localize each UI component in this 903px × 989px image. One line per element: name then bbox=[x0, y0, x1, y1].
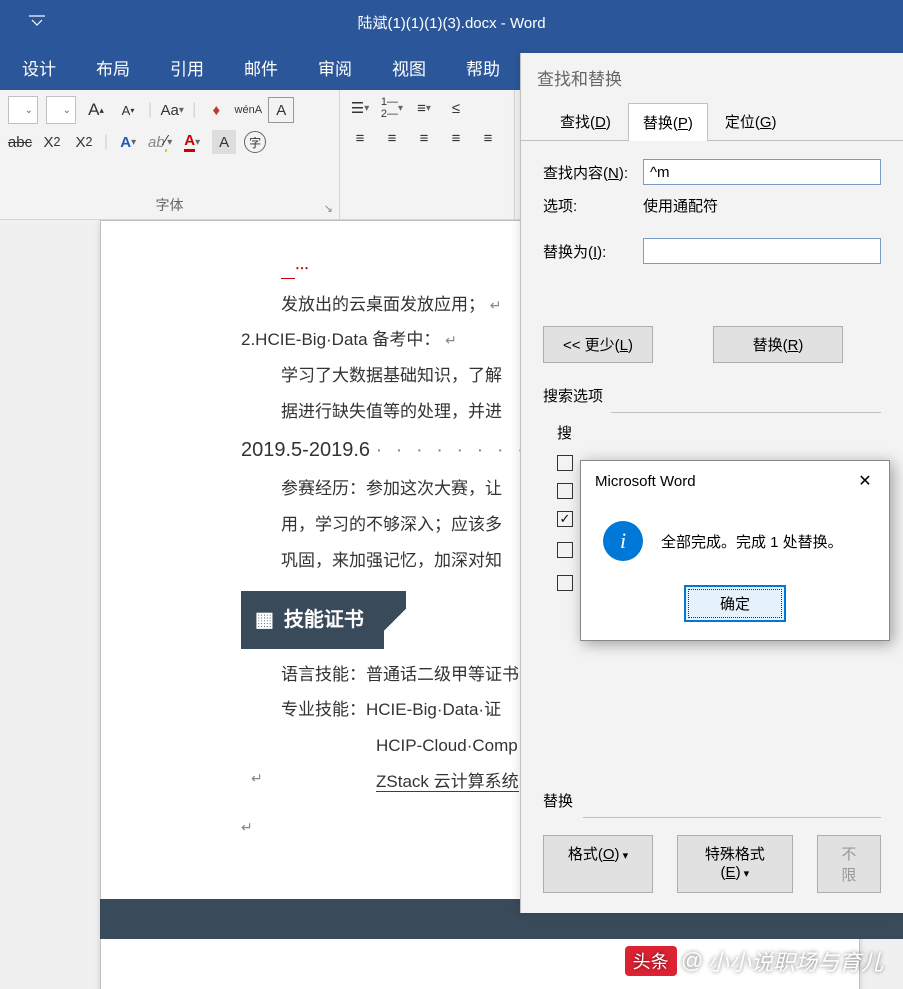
char-shading-icon[interactable]: A bbox=[212, 130, 236, 154]
title-bar: 陆斌(1)(1)(1)(3).docx - Word bbox=[0, 0, 903, 45]
align-left-icon[interactable]: ≡ bbox=[348, 126, 372, 150]
skill-value: 普通话二级甲等证书 bbox=[366, 665, 519, 684]
replace-section-label: 替换 bbox=[543, 790, 881, 811]
doc-line: 2.HCIE-Big·Data 备考中： bbox=[241, 330, 440, 349]
doc-line: 发放出的云桌面发放应用； bbox=[281, 295, 485, 314]
skill-value: HCIP-Cloud·Comp bbox=[376, 736, 518, 755]
tab-help[interactable]: 帮助 bbox=[462, 49, 504, 86]
doc-line: 参赛经历：参加这次大赛，让 bbox=[281, 479, 502, 498]
doc-line: 巩固，来加强记忆，加深对知 bbox=[281, 551, 502, 570]
subscript-icon[interactable]: X2 bbox=[40, 130, 64, 154]
align-center-icon[interactable]: ≡ bbox=[380, 126, 404, 150]
msgbox-message: 全部完成。完成 1 处替换。 bbox=[661, 531, 843, 552]
text-effects-icon[interactable]: A▾ bbox=[116, 130, 140, 154]
no-formatting-button[interactable]: 不限 bbox=[817, 835, 881, 893]
checkbox[interactable] bbox=[557, 483, 573, 499]
decrease-indent-icon[interactable]: ≤ bbox=[444, 96, 468, 120]
doc-line: 学习了大数据基础知识，了解 bbox=[281, 366, 502, 385]
align-right-icon[interactable]: ≡ bbox=[412, 126, 436, 150]
replace-button[interactable]: 替换(R) bbox=[713, 326, 843, 363]
replace-input[interactable] bbox=[643, 238, 881, 264]
skill-value: ZStack 云计算系统 bbox=[376, 772, 519, 792]
numbering-icon[interactable]: 1—2—▾ bbox=[380, 96, 404, 120]
tab-references[interactable]: 引用 bbox=[166, 49, 208, 86]
search-options-label: 搜索选项 bbox=[521, 381, 903, 410]
message-box: Microsoft Word ✕ i 全部完成。完成 1 处替换。 确定 bbox=[580, 460, 890, 641]
checkbox[interactable] bbox=[557, 455, 573, 471]
font-size-combo[interactable]: ⌄ bbox=[46, 96, 76, 124]
tab-mailings[interactable]: 邮件 bbox=[240, 49, 282, 86]
distribute-icon[interactable]: ≡ bbox=[476, 126, 500, 150]
replace-label: 替换为(I): bbox=[543, 241, 643, 262]
tab-design[interactable]: 设计 bbox=[18, 49, 60, 86]
font-group-label: 字体 bbox=[8, 195, 331, 217]
tab-goto[interactable]: 定位(G) bbox=[710, 102, 792, 140]
tab-view[interactable]: 视图 bbox=[388, 49, 430, 86]
doc-line: 据进行缺失值等的处理，并进 bbox=[281, 402, 502, 421]
dialog-tabs: 查找(D) 替换(P) 定位(G) bbox=[521, 102, 903, 141]
format-button[interactable]: 格式(O) bbox=[543, 835, 653, 893]
close-icon[interactable]: ✕ bbox=[855, 471, 875, 491]
skill-label: 专业技能： bbox=[281, 700, 366, 719]
change-case-icon[interactable]: Aa▾ bbox=[160, 98, 184, 122]
section-header: ▦ 技能证书 bbox=[241, 591, 384, 649]
doc-line: 用，学习的不够深入；应该多 bbox=[281, 515, 502, 534]
grow-font-icon[interactable]: A▴ bbox=[84, 98, 108, 122]
justify-icon[interactable]: ≡ bbox=[444, 126, 468, 150]
search-direction-label: 搜 bbox=[557, 422, 572, 443]
tab-layout[interactable]: 布局 bbox=[92, 49, 134, 86]
font-dialog-launcher-icon[interactable]: ↘ bbox=[324, 202, 333, 215]
superscript-icon[interactable]: X2 bbox=[72, 130, 96, 154]
highlight-icon[interactable]: ab⁄▾ bbox=[148, 130, 172, 154]
tab-replace[interactable]: 替换(P) bbox=[628, 103, 708, 141]
skill-label: 语言技能： bbox=[281, 665, 366, 684]
wildcard-checkbox[interactable]: ✓ bbox=[557, 511, 573, 527]
find-label: 查找内容(N): bbox=[543, 162, 643, 183]
multilevel-list-icon[interactable]: ≡▾ bbox=[412, 96, 436, 120]
font-color-icon[interactable]: A▾ bbox=[180, 130, 204, 154]
bullets-icon[interactable]: ☰▾ bbox=[348, 96, 372, 120]
shrink-font-icon[interactable]: A▾ bbox=[116, 98, 140, 122]
clear-format-icon[interactable]: ♦ bbox=[204, 98, 228, 122]
strikethrough-icon[interactable]: abc bbox=[8, 130, 32, 154]
find-input[interactable] bbox=[643, 159, 881, 185]
ok-button[interactable]: 确定 bbox=[684, 585, 786, 622]
options-value: 使用通配符 bbox=[643, 195, 718, 216]
msgbox-title: Microsoft Word bbox=[595, 473, 696, 490]
word-forms-checkbox[interactable] bbox=[557, 575, 573, 591]
phonetic-guide-icon[interactable]: wénA bbox=[236, 98, 260, 122]
watermark: 头条 @ 小小说职场与育儿 bbox=[625, 945, 883, 977]
char-border-icon[interactable]: A bbox=[268, 97, 294, 123]
doc-date-range: 2019.5-2019.6 bbox=[241, 439, 370, 461]
dialog-title: 查找和替换 bbox=[521, 53, 903, 102]
enclose-char-icon[interactable]: 字 bbox=[244, 131, 266, 153]
info-icon: i bbox=[603, 521, 643, 561]
document-title: 陆斌(1)(1)(1)(3).docx - Word bbox=[357, 12, 545, 33]
font-name-combo[interactable]: ⌄ bbox=[8, 96, 38, 124]
less-button[interactable]: << 更少(L) bbox=[543, 326, 653, 363]
homophones-checkbox[interactable] bbox=[557, 542, 573, 558]
special-button[interactable]: 特殊格式(E) bbox=[677, 835, 793, 893]
tab-find[interactable]: 查找(D) bbox=[545, 102, 626, 140]
qat-dropdown-icon[interactable] bbox=[28, 14, 46, 31]
tab-review[interactable]: 审阅 bbox=[314, 49, 356, 86]
grid-icon: ▦ bbox=[255, 599, 274, 641]
watermark-badge: 头条 bbox=[625, 946, 677, 976]
skill-value: HCIE-Big·Data·证 bbox=[366, 700, 501, 719]
options-label: 选项: bbox=[543, 195, 643, 216]
